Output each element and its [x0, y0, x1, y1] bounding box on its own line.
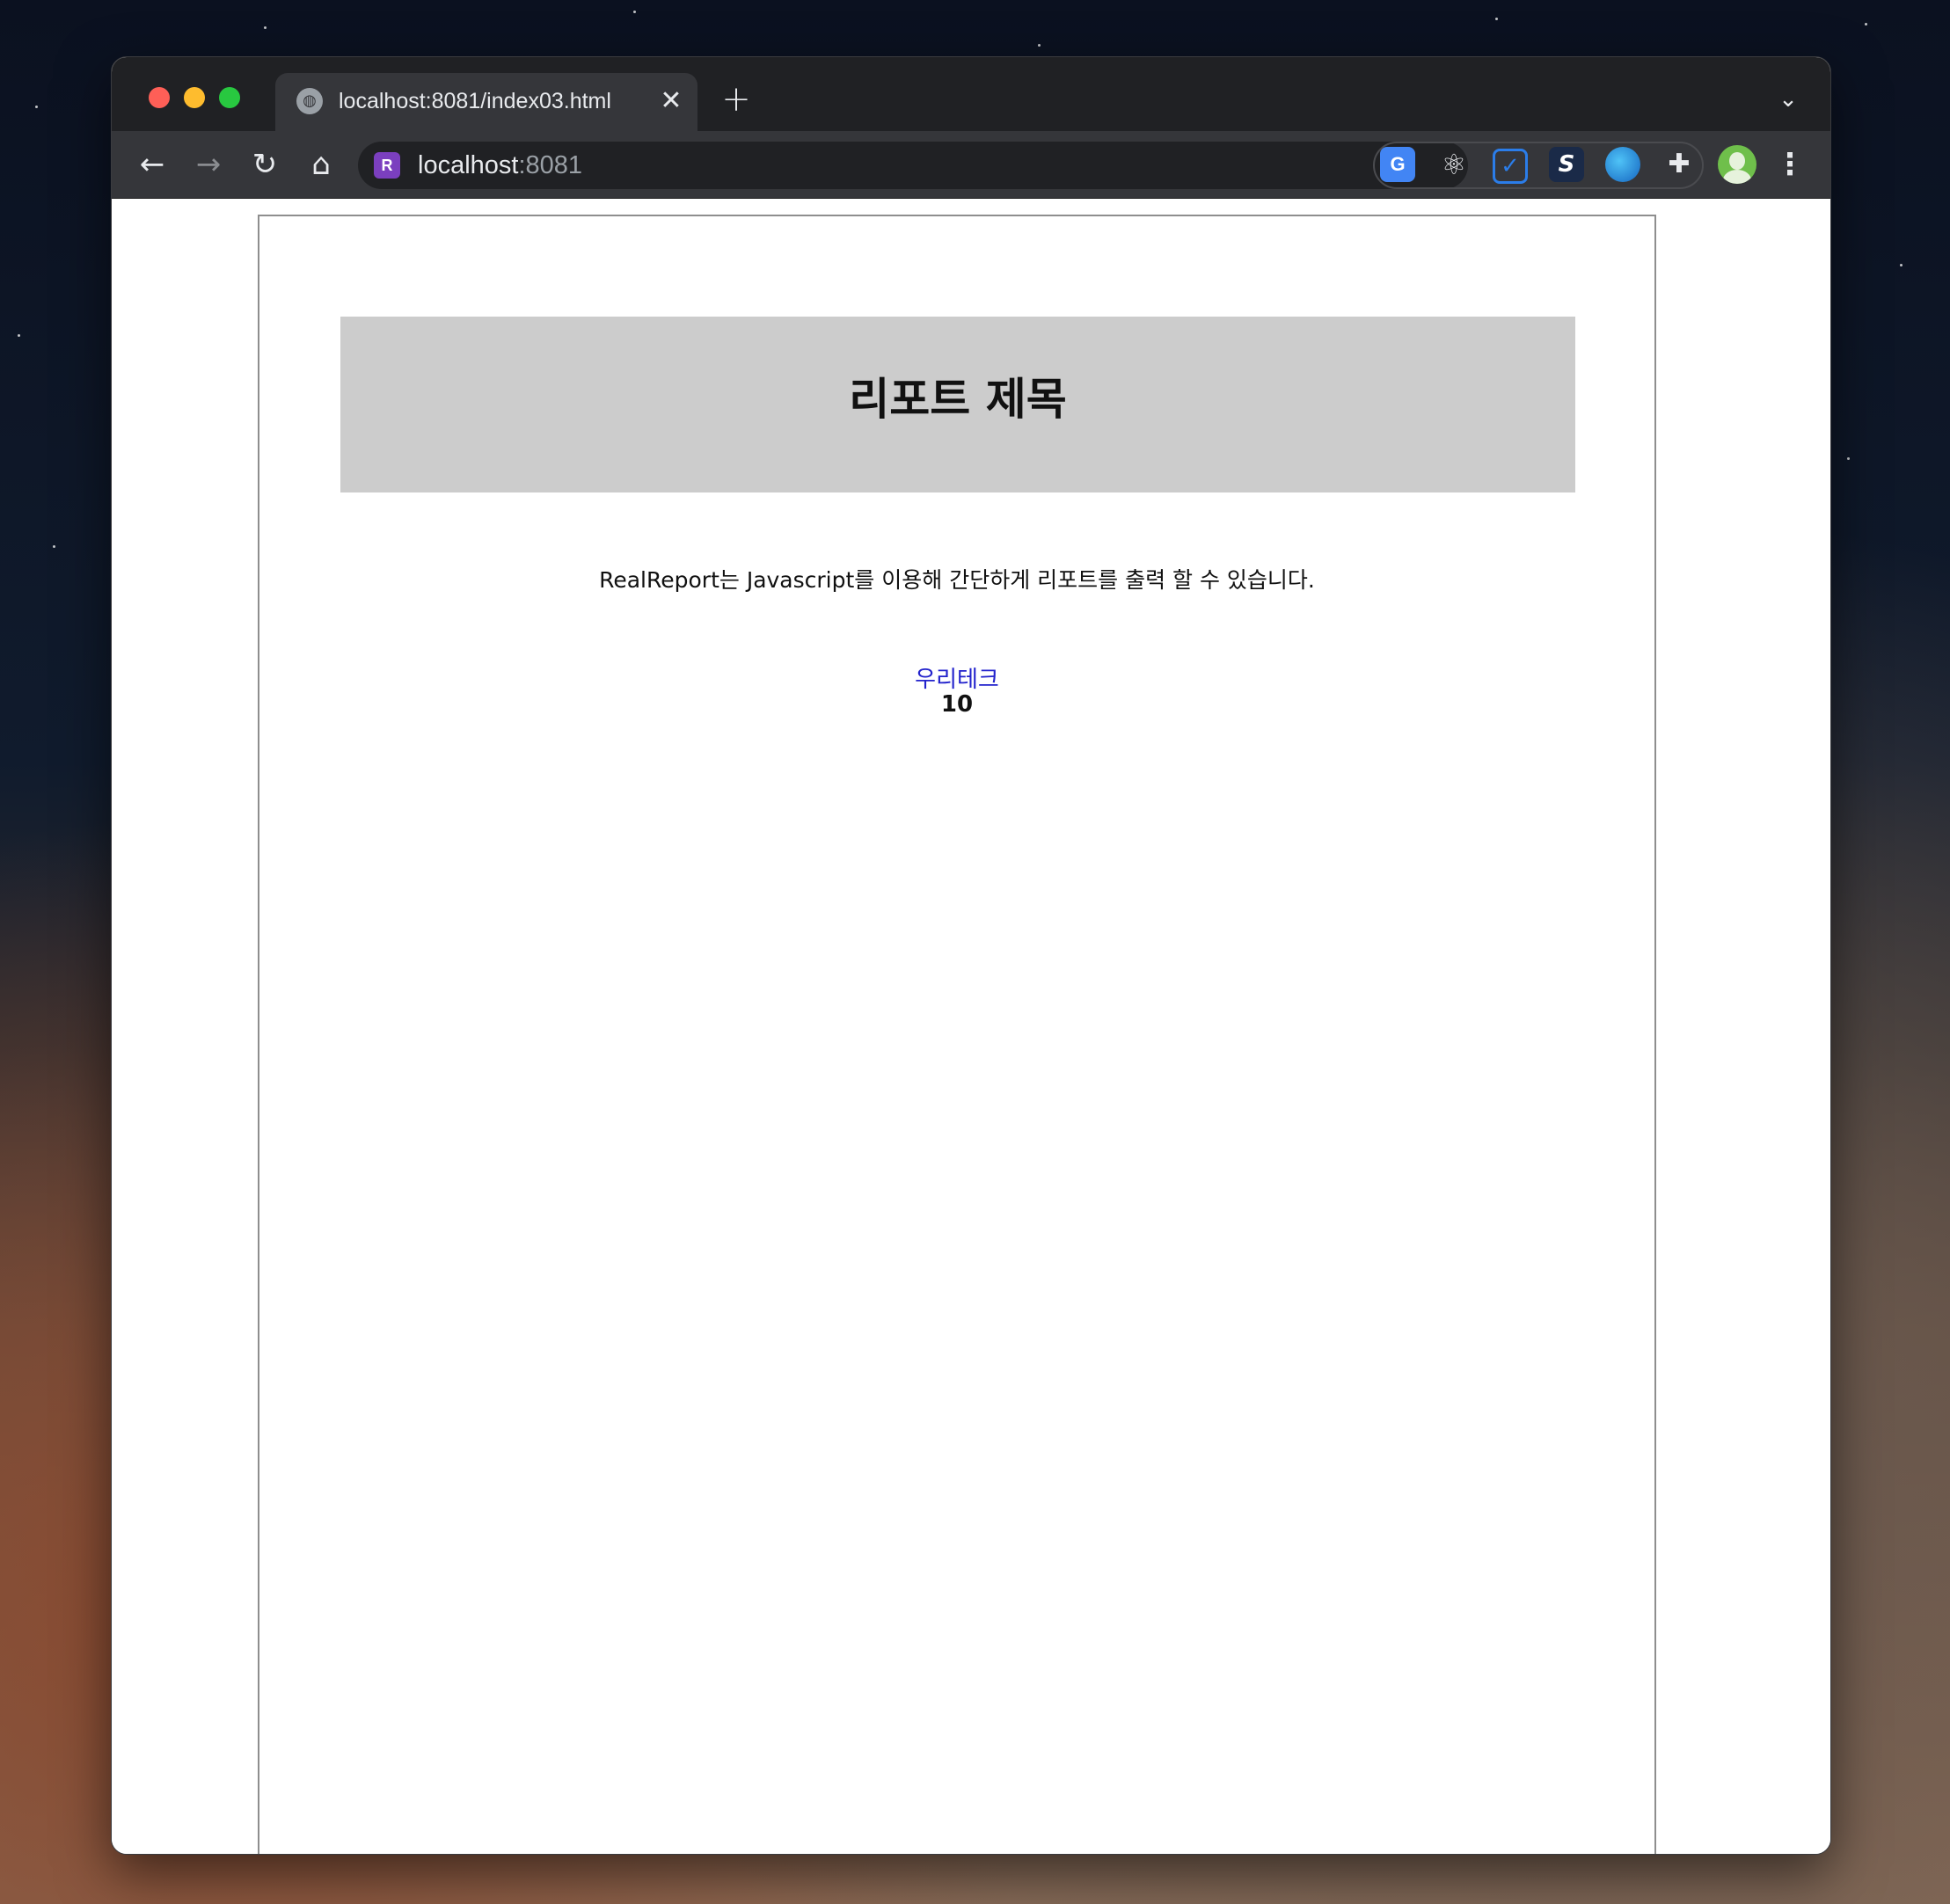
star: [1847, 457, 1850, 460]
react-devtools-icon[interactable]: ⚛: [1436, 147, 1472, 182]
browser-toolbar: ← → ↻ ⌂ R localhost:8081 G ⚛ ✓ S ✚ ⋮: [112, 131, 1830, 199]
browser-window: ◍ localhost:8081/index03.html ✕ + ⌄ ← → …: [111, 56, 1831, 1855]
back-button[interactable]: ←: [131, 143, 173, 186]
home-button[interactable]: ⌂: [300, 143, 342, 186]
tab-strip: ◍ localhost:8081/index03.html ✕ + ⌄: [112, 57, 1830, 131]
report-description: RealReport는 Javascript를 이용해 간단하게 리포트를 출력…: [599, 567, 1315, 593]
puzzle-icon[interactable]: ✚: [1662, 147, 1697, 182]
page-viewport: 리포트 제목 RealReport는 Javascript를 이용해 간단하게 …: [112, 199, 1830, 1854]
todo-check-icon[interactable]: ✓: [1493, 149, 1528, 184]
minimize-window-button[interactable]: [184, 87, 205, 108]
report-value: 10: [940, 691, 974, 718]
close-window-button[interactable]: [149, 87, 170, 108]
tab-search-chevron-down-icon[interactable]: ⌄: [1772, 84, 1804, 115]
tab-active[interactable]: ◍ localhost:8081/index03.html ✕: [275, 73, 697, 131]
new-tab-button[interactable]: +: [717, 80, 756, 119]
reload-button[interactable]: ↻: [244, 143, 286, 186]
maximize-window-button[interactable]: [219, 87, 240, 108]
address-bar[interactable]: R localhost:8081: [358, 142, 1468, 189]
browser-menu-icon[interactable]: ⋮: [1772, 143, 1808, 186]
tab-close-icon[interactable]: ✕: [655, 85, 687, 117]
extensions-group: [1373, 142, 1704, 189]
avatar-head: [1729, 152, 1745, 170]
report-header-band: 리포트 제목: [340, 317, 1575, 492]
globe-icon: ◍: [296, 88, 323, 114]
star: [18, 334, 20, 337]
url-host: localhost: [418, 151, 519, 179]
globe-extension-icon[interactable]: [1605, 147, 1640, 182]
forward-button[interactable]: →: [187, 143, 230, 186]
star: [1900, 264, 1903, 266]
star: [53, 545, 55, 548]
star: [1038, 44, 1041, 47]
star: [1865, 23, 1867, 26]
url-port: :8081: [518, 151, 583, 179]
star: [633, 11, 636, 13]
report-page: 리포트 제목 RealReport는 Javascript를 이용해 간단하게 …: [258, 215, 1656, 1854]
report-title: 리포트 제목: [849, 374, 1067, 425]
address-url[interactable]: localhost:8081: [418, 149, 582, 182]
tab-title: localhost:8081/index03.html: [339, 89, 611, 113]
google-translate-icon[interactable]: G: [1380, 147, 1415, 182]
star: [1495, 18, 1498, 20]
star: [264, 26, 267, 29]
profile-avatar[interactable]: [1718, 145, 1756, 184]
stylus-icon[interactable]: S: [1549, 147, 1584, 182]
star: [35, 106, 38, 108]
site-favicon-icon: R: [374, 152, 400, 179]
avatar-body: [1723, 170, 1751, 184]
